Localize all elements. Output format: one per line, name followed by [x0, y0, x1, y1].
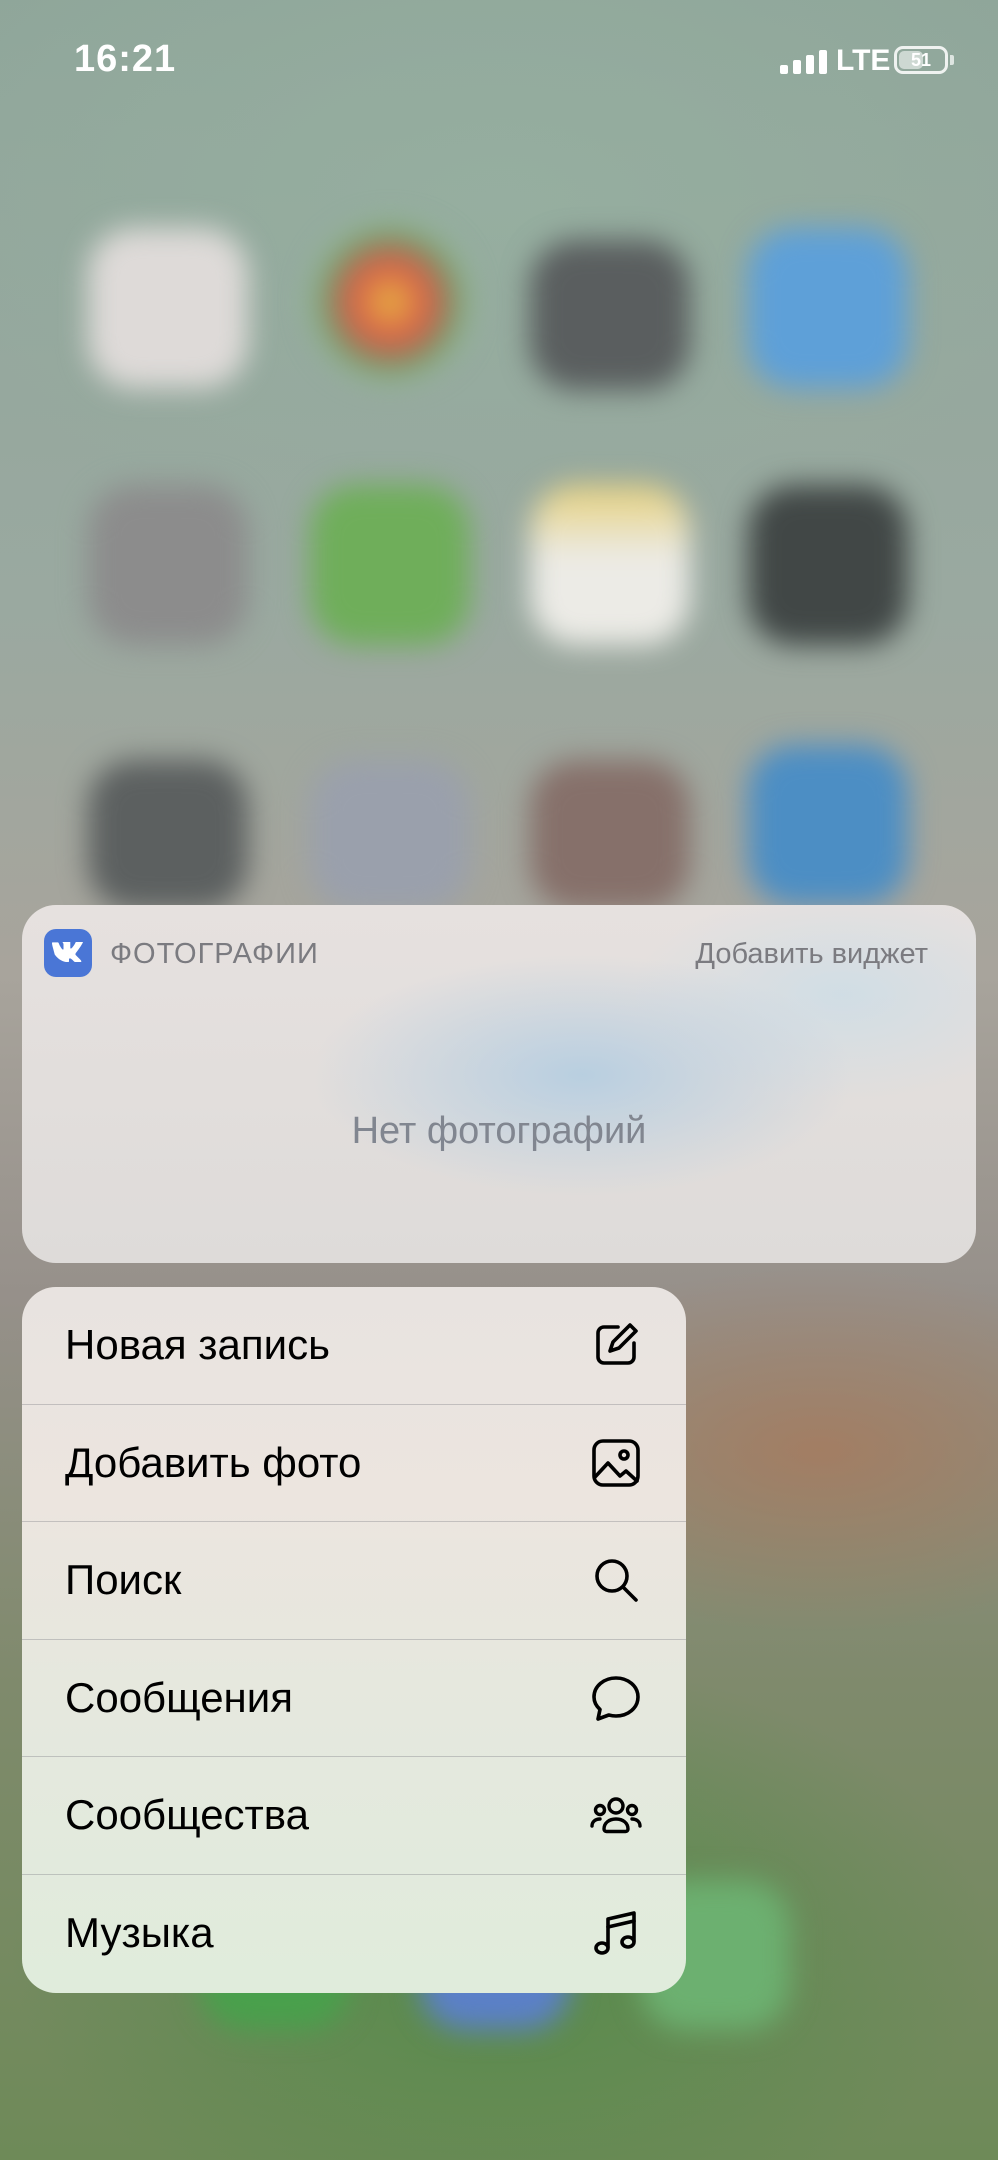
cellular-signal-icon: [780, 50, 827, 74]
blurred-app-icon: [310, 222, 470, 382]
menu-item-label: Музыка: [65, 1909, 214, 1957]
menu-item-label: Сообщества: [65, 1791, 309, 1839]
menu-item-music[interactable]: Музыка: [22, 1875, 686, 1993]
blurred-app-icon: [530, 760, 690, 910]
network-type: LTE: [836, 44, 891, 77]
groups-icon: [588, 1787, 644, 1843]
music-note-icon: [588, 1905, 644, 1961]
status-time: 16:21: [74, 38, 177, 80]
blurred-app-icon: [748, 228, 908, 388]
compose-icon: [588, 1317, 644, 1373]
widget-empty-text: Нет фотографий: [351, 1110, 647, 1152]
menu-item-label: Новая запись: [65, 1321, 331, 1369]
status-bar: 16:21 LTE 51: [0, 0, 998, 120]
blurred-app-icon: [310, 760, 470, 910]
blurred-app-icon: [748, 485, 908, 645]
battery-level: 51: [910, 50, 932, 70]
photos-widget[interactable]: ФОТОГРАФИИ Добавить виджет Нет фотографи…: [22, 905, 976, 1263]
blurred-app-icon: [530, 240, 690, 390]
menu-item-label: Добавить фото: [65, 1438, 362, 1486]
quick-actions-menu: Новая запись Добавить фото Поиск Сообщен…: [22, 1287, 686, 1993]
blurred-app-icon: [748, 745, 908, 905]
vk-logo-icon: [44, 929, 92, 977]
menu-item-new-post[interactable]: Новая запись: [22, 1287, 686, 1405]
blurred-app-icon: [530, 485, 690, 645]
battery-tip: [950, 55, 954, 65]
widget-title: ФОТОГРАФИИ: [110, 938, 319, 970]
menu-item-add-photo[interactable]: Добавить фото: [22, 1405, 686, 1522]
chat-bubble-icon: [588, 1670, 644, 1726]
vk-logo-glyph: [52, 942, 83, 963]
menu-item-search[interactable]: Поиск: [22, 1522, 686, 1640]
search-icon: [588, 1552, 644, 1608]
blurred-app-icon: [88, 228, 248, 388]
menu-item-messages[interactable]: Сообщения: [22, 1640, 686, 1757]
blurred-app-icon: [88, 760, 248, 910]
photo-icon: [588, 1435, 644, 1491]
add-widget-button[interactable]: Добавить виджет: [695, 938, 928, 971]
menu-item-communities[interactable]: Сообщества: [22, 1757, 686, 1875]
menu-item-label: Сообщения: [65, 1673, 293, 1721]
blurred-app-icon: [88, 485, 248, 645]
menu-item-label: Поиск: [65, 1556, 182, 1604]
blurred-app-icon: [310, 485, 470, 645]
battery-icon: 51: [894, 46, 948, 74]
